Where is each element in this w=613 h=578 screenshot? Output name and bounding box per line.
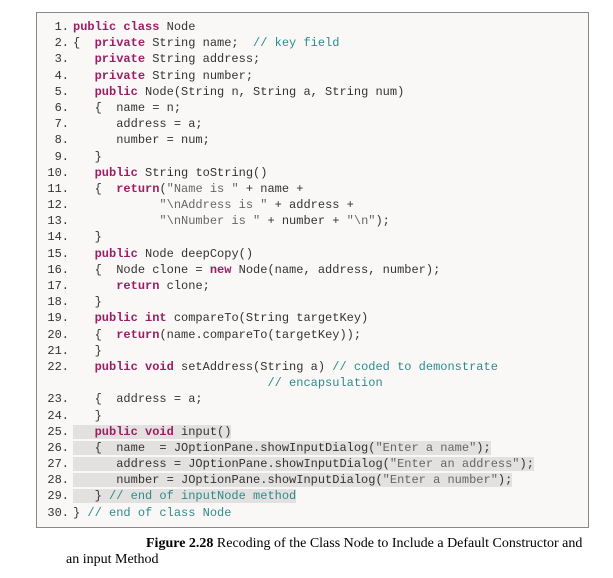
line-number: 18. [43, 294, 73, 310]
code-line: 24. } [43, 408, 578, 424]
code-content: } [73, 408, 578, 424]
code-content: private String number; [73, 68, 578, 84]
code-line: 27. address = JOptionPane.showInputDialo… [43, 456, 578, 472]
code-listing: 1.public class Node2.{ private String na… [36, 12, 589, 528]
line-number: 2. [43, 35, 73, 51]
code-line: 9. } [43, 149, 578, 165]
code-line: 8. number = num; [43, 132, 578, 148]
line-number: 24. [43, 408, 73, 424]
code-line: 6. { name = n; [43, 100, 578, 116]
code-content: // encapsulation [73, 375, 578, 391]
code-line: 1.public class Node [43, 19, 578, 35]
line-number: 7. [43, 116, 73, 132]
line-number: 3. [43, 51, 73, 67]
line-number: 12. [43, 197, 73, 213]
line-number: 23. [43, 391, 73, 407]
code-line: 29. } // end of inputNode method [43, 488, 578, 504]
code-content: public void setAddress(String a) // code… [73, 359, 578, 375]
code-content: } [73, 343, 578, 359]
code-line: 19. public int compareTo(String targetKe… [43, 310, 578, 326]
code-line: 25. public void input() [43, 424, 578, 440]
code-line: 22. public void setAddress(String a) // … [43, 359, 578, 375]
code-content: { name = JOptionPane.showInputDialog("En… [73, 440, 578, 456]
line-number: 30. [43, 505, 73, 521]
code-line: 21. } [43, 343, 578, 359]
line-number: 27. [43, 456, 73, 472]
code-content: { name = n; [73, 100, 578, 116]
line-number: 13. [43, 213, 73, 229]
code-content: address = JOptionPane.showInputDialog("E… [73, 456, 578, 472]
code-content: public int compareTo(String targetKey) [73, 310, 578, 326]
code-content: } [73, 294, 578, 310]
code-line: 30.} // end of class Node [43, 505, 578, 521]
line-number: 21. [43, 343, 73, 359]
code-line: 23. { address = a; [43, 391, 578, 407]
line-number: 20. [43, 327, 73, 343]
line-number: 5. [43, 84, 73, 100]
code-content: address = a; [73, 116, 578, 132]
line-number: 26. [43, 440, 73, 456]
code-line: 10. public String toString() [43, 165, 578, 181]
code-line: 15. public Node deepCopy() [43, 246, 578, 262]
code-content: number = JOptionPane.showInputDialog("En… [73, 472, 578, 488]
line-number: 29. [43, 488, 73, 504]
code-line: 13. "\nNumber is " + number + "\n"); [43, 213, 578, 229]
code-line: 28. number = JOptionPane.showInputDialog… [43, 472, 578, 488]
figure-text: Recoding of the Class Node to Include a … [66, 536, 582, 567]
code-content: public String toString() [73, 165, 578, 181]
line-number: 15. [43, 246, 73, 262]
line-number: 14. [43, 229, 73, 245]
page: 1.public class Node2.{ private String na… [0, 0, 613, 578]
line-number: 6. [43, 100, 73, 116]
figure-caption: Figure 2.28 Recoding of the Class Node t… [36, 536, 589, 568]
code-content: } // end of inputNode method [73, 488, 578, 504]
line-number: 1. [43, 19, 73, 35]
code-content: "\nNumber is " + number + "\n"); [73, 213, 578, 229]
code-line: 11. { return("Name is " + name + [43, 181, 578, 197]
code-content: private String address; [73, 51, 578, 67]
code-content: public class Node [73, 19, 578, 35]
code-content: public void input() [73, 424, 578, 440]
code-line: 7. address = a; [43, 116, 578, 132]
code-line: 14. } [43, 229, 578, 245]
code-content: public Node deepCopy() [73, 246, 578, 262]
code-line: 4. private String number; [43, 68, 578, 84]
code-content: { private String name; // key field [73, 35, 578, 51]
code-content: { Node clone = new Node(name, address, n… [73, 262, 578, 278]
line-number: 16. [43, 262, 73, 278]
code-line: 18. } [43, 294, 578, 310]
code-line: 16. { Node clone = new Node(name, addres… [43, 262, 578, 278]
code-line: 20. { return(name.compareTo(targetKey)); [43, 327, 578, 343]
code-content: } [73, 229, 578, 245]
line-number: 19. [43, 310, 73, 326]
code-content: { return("Name is " + name + [73, 181, 578, 197]
code-content: { address = a; [73, 391, 578, 407]
code-content: public Node(String n, String a, String n… [73, 84, 578, 100]
line-number: 22. [43, 359, 73, 375]
code-content: number = num; [73, 132, 578, 148]
figure-label: Figure 2.28 [146, 536, 213, 551]
code-line: 12. "\nAddress is " + address + [43, 197, 578, 213]
code-content: "\nAddress is " + address + [73, 197, 578, 213]
code-content: { return(name.compareTo(targetKey)); [73, 327, 578, 343]
code-content: } [73, 149, 578, 165]
code-line: 3. private String address; [43, 51, 578, 67]
line-number: 25. [43, 424, 73, 440]
code-line: 5. public Node(String n, String a, Strin… [43, 84, 578, 100]
line-number: 11. [43, 181, 73, 197]
line-number: 9. [43, 149, 73, 165]
code-content: return clone; [73, 278, 578, 294]
code-line: // encapsulation [43, 375, 578, 391]
line-number: 17. [43, 278, 73, 294]
code-content: } // end of class Node [73, 505, 578, 521]
line-number: 10. [43, 165, 73, 181]
line-number: 8. [43, 132, 73, 148]
code-line: 2.{ private String name; // key field [43, 35, 578, 51]
code-line: 17. return clone; [43, 278, 578, 294]
line-number: 4. [43, 68, 73, 84]
code-line: 26. { name = JOptionPane.showInputDialog… [43, 440, 578, 456]
line-number: 28. [43, 472, 73, 488]
